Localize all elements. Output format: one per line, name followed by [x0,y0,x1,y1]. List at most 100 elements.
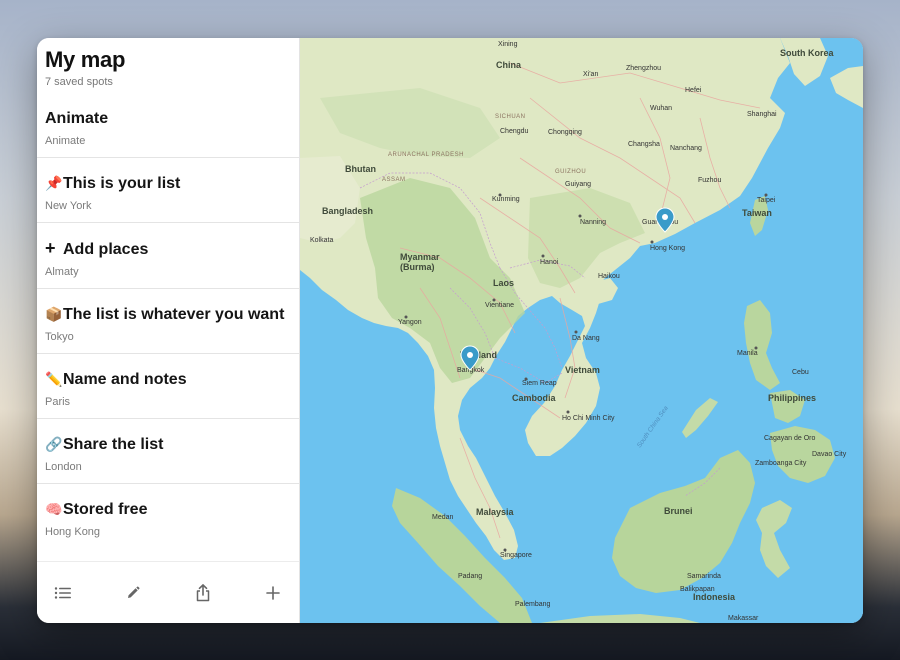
list-button[interactable] [51,581,75,605]
list-item[interactable]: 🔗Share the list London [37,419,299,484]
country-label: Indonesia [693,592,736,602]
region-label: ARUNACHAL PRADESH [388,152,464,158]
city-label: Siem Reap [522,380,557,387]
city-label: Ho Chi Minh City [562,415,615,422]
item-subtitle: Almaty [45,266,79,278]
city-label: Hong Kong [650,245,685,252]
city-label: Haikou [598,273,620,280]
country-label: Vietnam [565,365,600,375]
city-label: Xi'an [583,71,598,78]
city-label: Cagayan de Oro [764,435,815,442]
item-title: 📌This is your list [45,172,291,195]
city-label: Changsha [628,141,660,148]
sidebar-header: My map 7 saved spots [37,38,299,88]
link-icon: 🔗 [45,436,63,452]
region-label: SICHUAN [495,114,526,120]
region-label: GUIZHOU [555,169,586,175]
country-label: Taiwan [742,208,772,218]
city-label: Chongqing [548,129,582,136]
city-label: Zamboanga City [755,460,807,467]
item-subtitle: Animate [45,135,86,147]
city-label: Balikpapan [680,586,715,593]
share-icon [196,583,210,601]
share-button[interactable] [191,581,215,605]
bottom-toolbar [37,561,299,623]
plus-icon: + [45,238,56,258]
country-label: Brunei [664,506,693,516]
item-title-text: Share the list [63,436,164,453]
country-label: Bangladesh [322,206,373,216]
edit-button[interactable] [121,581,145,605]
list-item[interactable]: Animate Animate [37,104,299,158]
country-label: Laos [493,278,514,288]
city-label: Manila [737,350,758,357]
city-label: Cebu [792,369,809,376]
city-label: Nanchang [670,145,702,152]
city-label: Hanoi [540,259,559,266]
sidebar: My map 7 saved spots Animate Animate 📌Th… [37,38,300,623]
city-label: Samarinda [687,573,721,580]
city-label: Hefei [685,87,702,94]
box-icon: 📦 [45,306,63,322]
item-subtitle: Hong Kong [45,526,101,538]
country-label: Myanmar (Burma) [400,252,440,272]
list-item[interactable]: ✏️Name and notes Paris [37,354,299,419]
region-label: ASSAM [382,177,406,183]
list-item[interactable]: 🧠Stored free Hong Kong [37,484,299,548]
item-subtitle: London [45,461,82,473]
app-window: My map 7 saved spots Animate Animate 📌Th… [37,38,863,623]
city-label: Kunming [492,196,520,203]
item-title-text: Add places [63,241,149,258]
city-label: Medan [432,514,454,521]
city-label: Chengdu [500,128,529,135]
item-title-text: The list is whatever you want [63,306,285,323]
item-title: Animate [45,108,291,130]
item-title: ✏️Name and notes [45,368,291,391]
city-label: Xining [498,41,518,48]
item-subtitle: Paris [45,396,71,408]
city-label: Palembang [515,601,551,608]
city-label: Shanghai [747,111,777,118]
city-label: Taipei [757,197,776,204]
city-label: Da Nang [572,335,600,342]
page-title: My map [45,47,126,72]
city-label: Guiyang [565,181,591,188]
city-label: Zhengzhou [626,65,661,72]
item-title-text: Stored free [63,501,148,518]
brain-icon: 🧠 [45,501,63,517]
list-item[interactable]: + Add places Almaty [37,223,299,289]
item-title-text: This is your list [63,175,181,192]
map-canvas[interactable]: South China Sea South Korea China Bhutan… [300,38,863,623]
item-title: 🧠Stored free [45,498,291,521]
city-label: Padang [458,573,482,580]
list-item[interactable]: 📦The list is whatever you want Tokyo [37,289,299,354]
saved-count: 7 saved spots [45,76,113,88]
item-title-text: Animate [45,110,109,127]
item-subtitle: New York [45,200,92,212]
pencil-icon: ✏️ [45,371,63,387]
country-label: Malaysia [476,507,515,517]
country-label: South Korea [780,48,834,58]
city-label: Davao City [812,451,847,458]
country-label: Bhutan [345,164,376,174]
country-label: Cambodia [512,393,557,403]
map-view[interactable]: South China Sea South Korea China Bhutan… [300,38,863,623]
city-label: Yangon [398,319,422,326]
city-label: Makassar [728,615,759,622]
plus-icon [266,585,280,600]
country-label: Philippines [768,393,816,403]
add-button[interactable] [261,581,285,605]
city-label: Wuhan [650,105,672,112]
item-title-text: Name and notes [63,371,187,388]
item-subtitle: Tokyo [45,331,74,343]
item-title: + Add places [45,237,291,261]
city-label: Kolkata [310,237,333,244]
list-icon [54,586,71,599]
item-title: 🔗Share the list [45,433,291,456]
list-item[interactable]: 📌This is your list New York [37,158,299,223]
city-label: Singapore [500,552,532,559]
city-label: Fuzhou [698,177,721,184]
country-label: China [496,60,522,70]
city-label: Nanning [580,219,606,226]
spot-list: Animate Animate 📌This is your list New Y… [37,104,299,548]
